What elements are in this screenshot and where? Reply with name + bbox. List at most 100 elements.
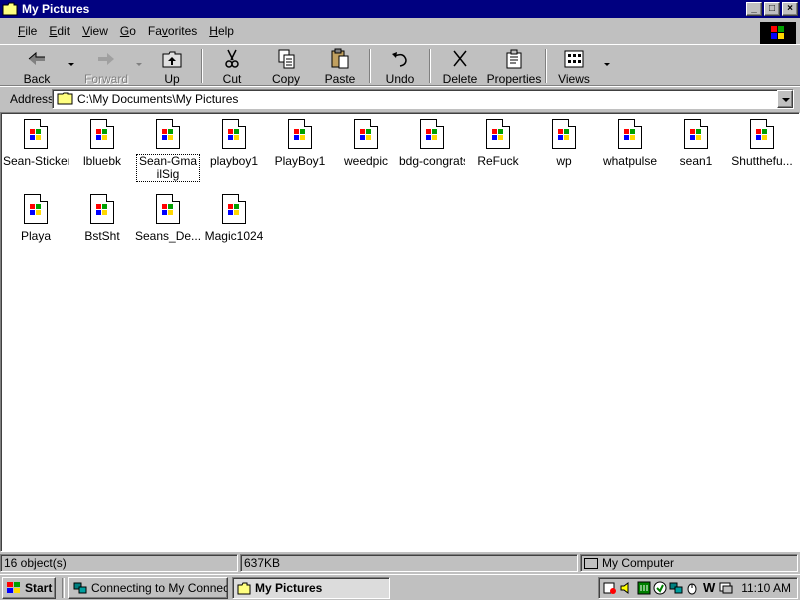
image-file-icon (156, 119, 180, 149)
network-monitor-icon[interactable] (637, 581, 651, 595)
file-item[interactable]: BstSht (69, 190, 135, 243)
menu-edit[interactable]: Edit (43, 24, 76, 38)
file-item[interactable]: Sean-Sticker (3, 115, 69, 168)
file-item[interactable]: Magic1024 (201, 190, 267, 243)
file-item[interactable]: Shutthefu... (729, 115, 795, 168)
file-item[interactable]: PlayBoy1 (267, 115, 333, 168)
file-name: Playa (20, 230, 52, 243)
copy-icon (274, 48, 298, 70)
scheduler-icon[interactable] (603, 581, 617, 595)
toolbar-separator (369, 49, 371, 83)
file-name: Shutthefu... (731, 155, 793, 168)
file-name: Magic1024 (204, 230, 264, 243)
task-my-pictures[interactable]: My Pictures (232, 577, 390, 599)
address-bar: Address C:\My Documents\My Pictures (0, 86, 800, 110)
image-file-icon (24, 194, 48, 224)
image-file-icon (222, 194, 246, 224)
image-file-icon (354, 119, 378, 149)
winamp-icon[interactable]: W (703, 581, 717, 595)
properties-button[interactable]: Properties (486, 48, 542, 86)
address-dropdown-button[interactable] (777, 90, 793, 108)
copy-button[interactable]: Copy (264, 48, 308, 86)
image-file-icon (684, 119, 708, 149)
menu-go[interactable]: Go (114, 24, 142, 38)
file-name: BstSht (84, 230, 120, 243)
image-file-icon (552, 119, 576, 149)
file-item[interactable]: wp (531, 115, 597, 168)
menu-favorites[interactable]: Favorites (142, 24, 203, 38)
address-input[interactable]: C:\My Documents\My Pictures (52, 89, 794, 109)
menu-view[interactable]: View (76, 24, 114, 38)
image-file-icon (750, 119, 774, 149)
file-name: Sean-GmailSig (136, 154, 200, 182)
file-item[interactable]: ReFuck (465, 115, 531, 168)
delete-button[interactable]: Delete (438, 48, 482, 86)
folder-icon (237, 581, 251, 595)
toolbar-separator (545, 49, 547, 83)
file-name: lbluebk (82, 155, 122, 168)
start-button[interactable]: Start (2, 577, 56, 599)
file-name: PlayBoy1 (274, 155, 326, 168)
title-bar[interactable]: My Pictures _ □ × (0, 0, 800, 18)
system-tray: W 11:10 AM (598, 577, 798, 599)
file-item[interactable]: weedpic (333, 115, 399, 168)
status-zone: My Computer (580, 554, 798, 572)
forward-button[interactable]: Forward (80, 48, 132, 86)
address-path: C:\My Documents\My Pictures (77, 92, 239, 106)
file-item[interactable]: playboy1 (201, 115, 267, 168)
undo-arrow-icon (388, 48, 412, 70)
back-button[interactable]: Back (14, 48, 60, 86)
image-file-icon (90, 119, 114, 149)
file-item[interactable]: lbluebk (69, 115, 135, 168)
my-computer-icon (584, 558, 598, 569)
address-label: Address (10, 92, 55, 106)
back-dropdown-icon[interactable] (68, 63, 74, 66)
mouse-icon[interactable] (685, 581, 699, 595)
file-item[interactable]: bdg-congrats (399, 115, 465, 168)
close-button[interactable]: × (782, 2, 798, 16)
menu-help[interactable]: Help (203, 24, 240, 38)
task-connecting[interactable]: Connecting to My Connect... (68, 577, 228, 599)
image-file-icon (618, 119, 642, 149)
windows-logo-icon (760, 22, 796, 44)
folder-icon (57, 92, 73, 105)
views-button[interactable]: Views (554, 48, 594, 86)
menu-file[interactable]: File (12, 24, 43, 38)
file-item[interactable]: Playa (3, 190, 69, 243)
file-item[interactable]: Seans_De... (135, 190, 201, 243)
file-name: sean1 (679, 155, 713, 168)
minimize-button[interactable]: _ (746, 2, 762, 16)
menu-bar: File Edit View Go Favorites Help (0, 20, 800, 42)
antivirus-icon[interactable] (653, 581, 667, 595)
scissors-icon (220, 48, 244, 70)
display-settings-icon[interactable] (719, 581, 733, 595)
file-item[interactable]: sean1 (663, 115, 729, 168)
file-name: whatpulse (602, 155, 658, 168)
up-button[interactable]: Up (150, 48, 194, 86)
views-dropdown-icon[interactable] (604, 63, 610, 66)
toolbar-separator (429, 49, 431, 83)
image-file-icon (420, 119, 444, 149)
undo-button[interactable]: Undo (378, 48, 422, 86)
dialup-tray-icon[interactable] (669, 581, 683, 595)
window-title: My Pictures (22, 2, 90, 16)
up-folder-icon (160, 48, 184, 70)
forward-dropdown-icon[interactable] (136, 63, 142, 66)
file-item[interactable]: Sean-GmailSig (135, 115, 201, 182)
image-file-icon (90, 194, 114, 224)
file-name: playboy1 (209, 155, 259, 168)
file-list-view[interactable]: Sean-Sticker lbluebk Sean-GmailSig playboy1… (0, 112, 800, 552)
cut-button[interactable]: Cut (210, 48, 254, 86)
image-file-icon (156, 194, 180, 224)
volume-speaker-icon[interactable] (619, 581, 633, 595)
status-object-count: 16 object(s) (0, 554, 238, 572)
paste-button[interactable]: Paste (318, 48, 362, 86)
file-item[interactable]: whatpulse (597, 115, 663, 168)
properties-icon (502, 48, 526, 70)
image-file-icon (24, 119, 48, 149)
status-bar: 16 object(s) 637KB My Computer (0, 553, 800, 573)
windows-logo-icon (7, 582, 21, 594)
dialup-connection-icon (73, 581, 87, 594)
clock[interactable]: 11:10 AM (741, 581, 791, 595)
maximize-button[interactable]: □ (764, 2, 780, 16)
